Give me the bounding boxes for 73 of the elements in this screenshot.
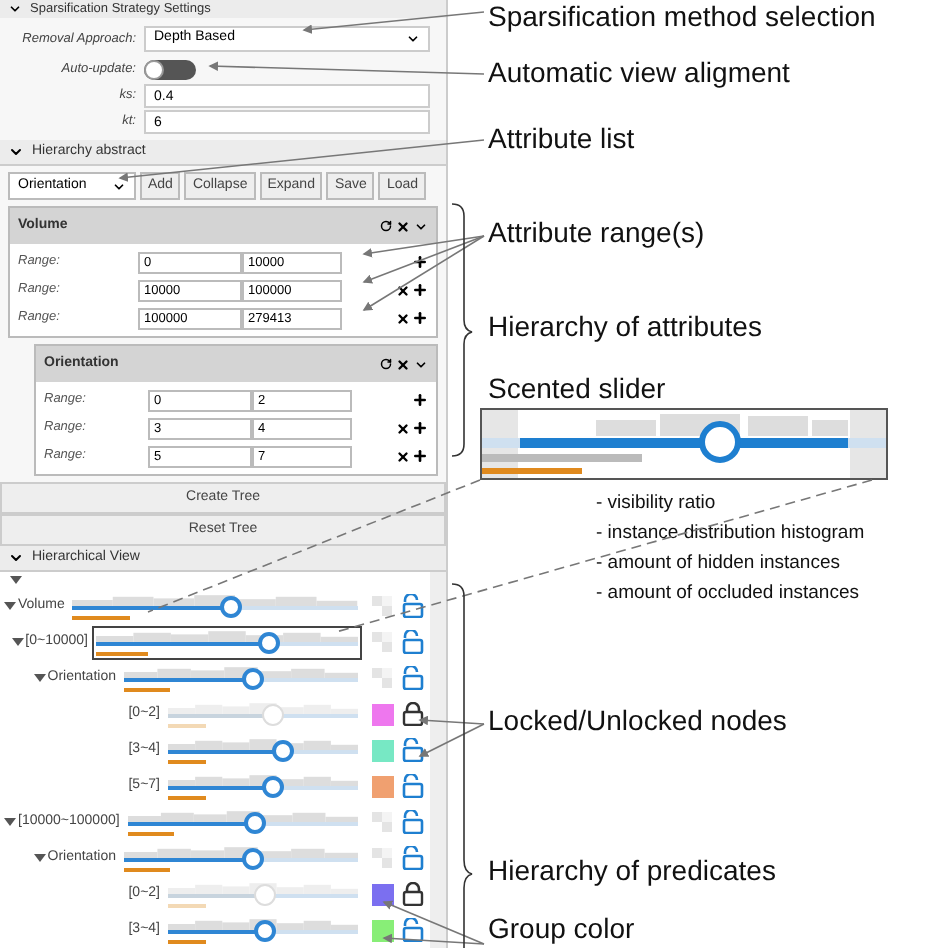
chevron-icon[interactable]	[8, 144, 24, 160]
chevron-icon	[112, 179, 126, 193]
scented-slider[interactable]	[168, 699, 358, 729]
auto-update-toggle[interactable]	[144, 60, 196, 80]
scented-slider[interactable]	[124, 843, 358, 873]
caret-icon[interactable]	[33, 852, 46, 864]
caret-icon[interactable]	[11, 636, 24, 648]
unlocked-icon[interactable]	[401, 630, 423, 654]
checker-icon	[372, 668, 392, 688]
slider-thumb[interactable]	[272, 739, 294, 761]
group-color-swatch[interactable]	[371, 775, 393, 797]
annotation-label: Scented slider	[488, 372, 666, 406]
scented-slider[interactable]	[124, 663, 358, 693]
chevron-icon[interactable]	[8, 2, 22, 16]
add-icon[interactable]	[412, 310, 428, 326]
remove-icon[interactable]	[396, 283, 410, 297]
annotation-label: Automatic view aligment	[488, 56, 790, 90]
chevron-icon[interactable]	[414, 357, 428, 371]
caret-icon[interactable]	[4, 600, 16, 612]
annotation-label: Group color	[488, 912, 635, 946]
chevron-icon[interactable]	[8, 550, 24, 566]
checker-icon	[372, 812, 392, 832]
group-color-swatch[interactable]	[371, 919, 393, 941]
scented-slider[interactable]	[96, 627, 358, 657]
annotation-label: Hierarchy of attributes	[488, 310, 762, 344]
locked-icon[interactable]	[401, 702, 423, 726]
annotation-label: Attribute list	[488, 122, 635, 156]
chevron-icon[interactable]	[414, 219, 428, 233]
legend-text: - amount of occluded instances	[596, 580, 859, 608]
add-icon[interactable]	[412, 254, 428, 270]
legend-text: - amount of hidden instances	[596, 550, 840, 578]
chevron-icon	[406, 31, 420, 45]
legend-text: - visibility ratio	[596, 490, 716, 518]
add-icon[interactable]	[412, 448, 428, 464]
add-icon[interactable]	[412, 420, 428, 436]
locked-icon[interactable]	[401, 882, 423, 906]
group-color-swatch[interactable]	[371, 739, 393, 761]
unlocked-icon[interactable]	[401, 846, 423, 870]
close-icon[interactable]	[396, 357, 410, 371]
scented-slider[interactable]	[168, 915, 358, 945]
scented-slider[interactable]	[168, 735, 358, 765]
scented-slider[interactable]	[168, 771, 358, 801]
checker-icon	[372, 848, 392, 868]
checker-icon	[372, 596, 392, 616]
group-color-swatch[interactable]	[371, 883, 393, 905]
close-icon[interactable]	[396, 219, 410, 233]
unlocked-icon[interactable]	[401, 918, 423, 942]
add-icon[interactable]	[412, 282, 428, 298]
add-icon[interactable]	[412, 392, 428, 408]
scrollbar[interactable]	[430, 572, 446, 948]
unlocked-icon[interactable]	[401, 810, 423, 834]
scented-slider[interactable]	[168, 879, 358, 909]
slider-thumb[interactable]	[258, 631, 281, 653]
scented-slider[interactable]	[127, 807, 358, 837]
unlocked-icon[interactable]	[401, 774, 423, 798]
refresh-icon[interactable]	[380, 358, 392, 370]
remove-icon[interactable]	[396, 311, 410, 325]
annotation-label: Sparsification method selection	[488, 0, 876, 34]
unlocked-icon[interactable]	[401, 666, 423, 690]
unlocked-icon[interactable]	[401, 594, 423, 618]
remove-icon[interactable]	[396, 421, 410, 435]
scented-slider[interactable]	[72, 591, 358, 621]
legend-text: - instance distribution histogram	[596, 520, 865, 548]
checker-icon	[372, 632, 392, 652]
remove-icon[interactable]	[396, 449, 410, 463]
caret-icon[interactable]	[4, 816, 16, 828]
refresh-icon[interactable]	[380, 220, 392, 232]
caret-icon[interactable]	[33, 672, 46, 684]
annotation-label: Attribute range(s)	[488, 216, 705, 250]
unlocked-icon[interactable]	[401, 738, 423, 762]
annotation-label: Locked/Unlocked nodes	[488, 704, 787, 738]
annotation-label: Hierarchy of predicates	[488, 854, 776, 888]
group-color-swatch[interactable]	[371, 703, 393, 725]
